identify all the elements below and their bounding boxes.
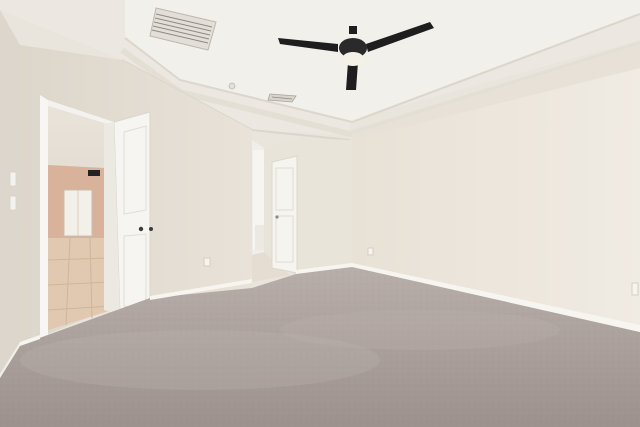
closet-door[interactable] [271,155,298,274]
bedroom-scene [0,0,640,427]
outlet-icon [367,247,374,256]
door-knob[interactable] [275,215,279,219]
open-door[interactable] [113,111,151,327]
fan-light-icon [342,52,364,66]
outlet-icon [203,257,211,267]
smoke-detector-icon [228,82,236,90]
thermostat-icon[interactable] [9,171,17,187]
door-handle[interactable] [138,226,144,232]
light-switch-icon[interactable] [9,195,17,211]
outlet-icon [631,282,639,296]
hallway-light-fixture-icon [88,170,100,176]
fan-blade [346,62,358,90]
room-illustration [0,0,640,427]
far-left-wall [0,10,20,378]
left-doorway[interactable] [40,95,153,338]
